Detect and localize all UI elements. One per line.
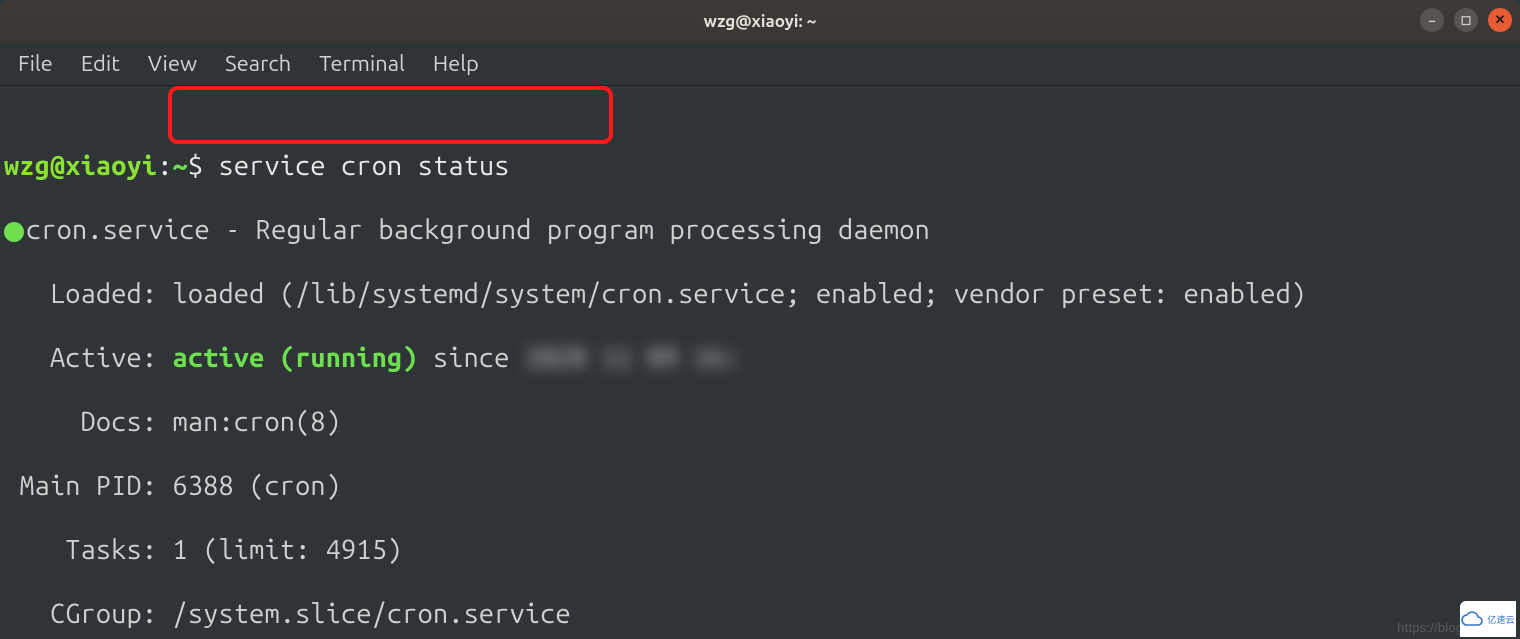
window-controls: – ◻ ✕ xyxy=(1420,8,1512,32)
menu-file[interactable]: File xyxy=(4,51,67,76)
command-text: service cron status xyxy=(219,151,510,181)
prompt-sep: : xyxy=(157,151,172,181)
unit-desc: Regular background program processing da… xyxy=(256,215,930,245)
title-bar: wzg@xiaoyi: ~ – ◻ ✕ xyxy=(0,0,1520,42)
menu-search[interactable]: Search xyxy=(211,51,305,76)
command-highlight-box xyxy=(168,86,613,144)
active-since-prefix: since xyxy=(418,343,525,373)
menu-view[interactable]: View xyxy=(134,51,211,76)
prompt-path: ~ xyxy=(173,151,188,181)
menu-help[interactable]: Help xyxy=(419,51,493,76)
unit-name: cron.service xyxy=(26,215,210,245)
watermark-logo-text: 亿速云 xyxy=(1487,613,1515,626)
active-timestamp-blurred: 2020 11 09 16: xyxy=(525,342,739,374)
loaded-line: loaded (/lib/systemd/system/cron.service… xyxy=(173,279,1307,309)
watermark-logo: 亿速云 xyxy=(1460,601,1516,637)
docs-line: man:cron(8) xyxy=(173,407,342,437)
maximize-button[interactable]: ◻ xyxy=(1454,8,1478,32)
terminal-window: wzg@xiaoyi: ~ – ◻ ✕ File Edit View Searc… xyxy=(0,0,1520,639)
status-dot-icon xyxy=(4,222,24,242)
menu-terminal[interactable]: Terminal xyxy=(305,51,419,76)
cgroup-line: /system.slice/cron.service xyxy=(173,599,571,629)
menu-bar: File Edit View Search Terminal Help xyxy=(0,42,1520,86)
minimize-button[interactable]: – xyxy=(1420,8,1444,32)
prompt-userhost: wzg@xiaoyi xyxy=(4,151,157,181)
window-title: wzg@xiaoyi: ~ xyxy=(704,12,817,31)
active-state: active (running) xyxy=(173,343,418,373)
menu-edit[interactable]: Edit xyxy=(67,51,134,76)
mainpid-line: 6388 (cron) xyxy=(173,471,342,501)
terminal-output[interactable]: wzg@xiaoyi:~$ service cron status cron.s… xyxy=(0,86,1520,639)
cloud-icon xyxy=(1461,611,1485,627)
close-button[interactable]: ✕ xyxy=(1488,8,1512,32)
tasks-line: 1 (limit: 4915) xyxy=(173,535,403,565)
prompt-sigil: $ xyxy=(188,151,203,181)
